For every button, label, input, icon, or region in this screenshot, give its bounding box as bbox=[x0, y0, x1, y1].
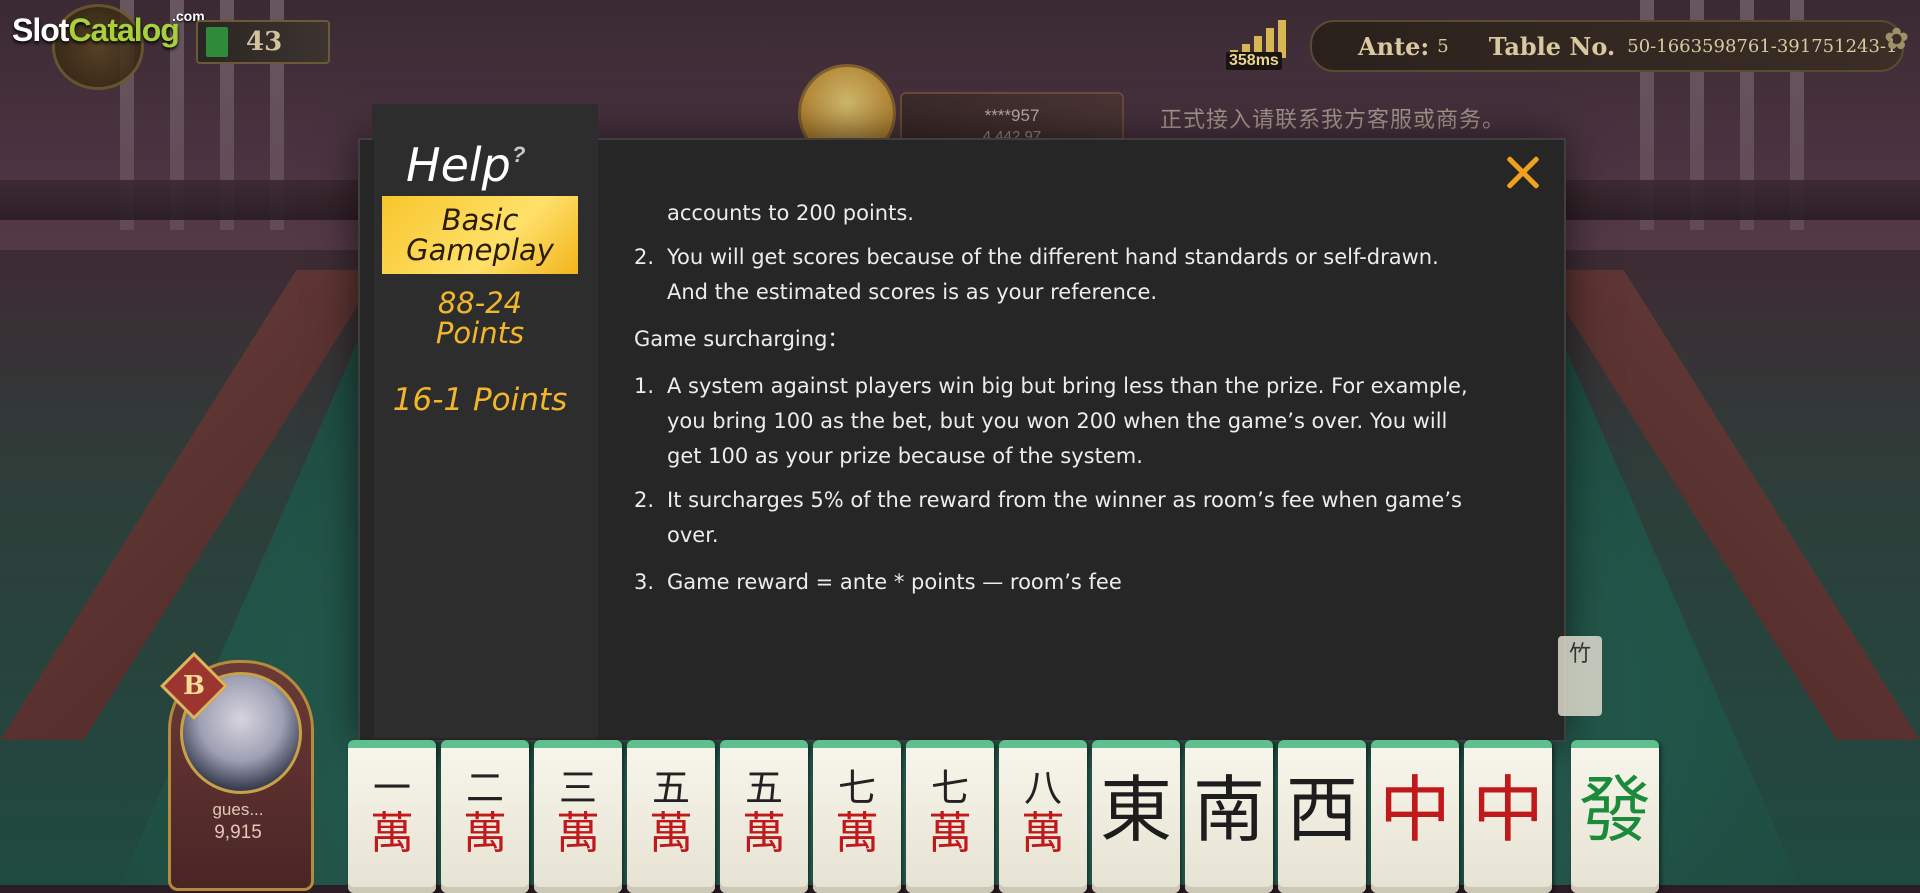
menu-basic-line1: Basic bbox=[441, 203, 519, 237]
brand-suffix: Catalog bbox=[68, 12, 179, 48]
tile-number-glyph: 五 bbox=[744, 766, 783, 810]
menu-basic-line2: Gameplay bbox=[406, 233, 554, 267]
mahjong-tile[interactable]: 八萬 bbox=[999, 740, 1087, 893]
help-content: accounts to 200 points. 2. You will get … bbox=[634, 196, 1474, 609]
table-info-bar: Ante: 5 Table No. 50-1663598761-39175124… bbox=[1310, 20, 1904, 72]
player-name: gues... bbox=[212, 800, 264, 819]
list-number: 1. bbox=[634, 374, 655, 398]
menu-88-24-points[interactable]: 88-24 Points bbox=[382, 288, 578, 348]
notice-text: 正式接入请联系我方客服或商务。 bbox=[1160, 107, 1506, 132]
help-sidebar-header bbox=[372, 104, 598, 140]
tile-glyph: 西 bbox=[1285, 768, 1358, 852]
help-list-item: 2. It surcharges 5% of the reward from t… bbox=[634, 483, 1474, 553]
brand-prefix: Slot bbox=[12, 12, 69, 48]
tile-number-glyph: 七 bbox=[837, 766, 876, 810]
list-text: Game reward = ante * points — room’s fee bbox=[667, 570, 1122, 594]
tile-glyph: 東 bbox=[1099, 768, 1172, 852]
menu-88-line1: 88-24 bbox=[437, 286, 523, 320]
tile-suit-glyph: 萬 bbox=[370, 808, 414, 859]
tile-suit-glyph: 萬 bbox=[835, 808, 879, 859]
ante-label: Ante: bbox=[1358, 31, 1430, 61]
tile-number-glyph: 一 bbox=[372, 766, 411, 810]
mahjong-tile[interactable]: 東 bbox=[1092, 740, 1180, 893]
tile-number-glyph: 七 bbox=[930, 766, 969, 810]
level-number: 43 bbox=[246, 27, 283, 57]
latency-readout: 358ms bbox=[1226, 52, 1282, 70]
help-list-item: 3. Game reward = ante * points — room’s … bbox=[634, 565, 1474, 600]
tile-number-glyph: 五 bbox=[651, 766, 690, 810]
tile-suit-glyph: 萬 bbox=[649, 808, 693, 859]
mahjong-tile[interactable]: 中 bbox=[1371, 740, 1459, 893]
tile-number-glyph: 三 bbox=[558, 766, 597, 810]
tile-number-glyph: 八 bbox=[1023, 766, 1062, 810]
mahjong-tile[interactable]: 五萬 bbox=[720, 740, 808, 893]
tile-glyph: 南 bbox=[1192, 768, 1265, 852]
tile-suit-glyph: 萬 bbox=[463, 808, 507, 859]
drawn-tile[interactable]: 發 bbox=[1571, 740, 1659, 893]
help-title: Help bbox=[406, 138, 511, 192]
mahjong-tile[interactable]: 南 bbox=[1185, 740, 1273, 893]
player-score: 9,915 bbox=[214, 822, 262, 843]
menu-88-line2: Points bbox=[435, 316, 525, 350]
mahjong-tile[interactable]: 西 bbox=[1278, 740, 1366, 893]
tile-glyph: 中 bbox=[1378, 768, 1451, 852]
ante-value: 5 bbox=[1437, 35, 1449, 57]
mahjong-tile[interactable]: 中 bbox=[1464, 740, 1552, 893]
opponent-name: ****957 bbox=[984, 106, 1040, 125]
mahjong-tile[interactable]: 七萬 bbox=[813, 740, 901, 893]
tile-suit-glyph: 萬 bbox=[928, 808, 972, 859]
dealer-badge-letter: B bbox=[183, 671, 205, 701]
tile-glyph: 中 bbox=[1471, 768, 1544, 852]
tile-suit-glyph: 萬 bbox=[1021, 808, 1065, 859]
settings-gear-icon[interactable]: ✿ bbox=[1884, 22, 1909, 57]
mahjong-tile[interactable]: 二萬 bbox=[441, 740, 529, 893]
list-text: It surcharges 5% of the reward from the … bbox=[667, 488, 1462, 547]
help-list-item: 2. You will get scores because of the di… bbox=[634, 240, 1474, 310]
tile-suit-glyph: 萬 bbox=[556, 808, 600, 859]
mahjong-tile[interactable]: 三萬 bbox=[534, 740, 622, 893]
close-button[interactable] bbox=[1498, 148, 1548, 198]
list-number: 3. bbox=[634, 570, 655, 594]
mahjong-tile[interactable]: 五萬 bbox=[627, 740, 715, 893]
table-number-label: Table No. bbox=[1488, 31, 1616, 61]
help-list-item: 1. A system against players win big but … bbox=[634, 369, 1474, 474]
list-number: 2. bbox=[634, 245, 655, 269]
tile-glyph: 發 bbox=[1578, 768, 1651, 852]
discarded-tile: 竹 bbox=[1558, 636, 1602, 716]
menu-basic-gameplay[interactable]: Basic Gameplay bbox=[382, 196, 578, 274]
table-number-value: 50-1663598761-391751243-1 bbox=[1627, 35, 1898, 57]
list-text: You will get scores because of the diffe… bbox=[667, 245, 1439, 304]
brand-logo: SlotCatalog bbox=[12, 12, 180, 49]
mahjong-tile[interactable]: 七萬 bbox=[906, 740, 994, 893]
help-continued-line: accounts to 200 points. bbox=[667, 201, 914, 225]
menu-16-1-points[interactable]: 16-1 Points bbox=[382, 382, 578, 418]
mahjong-tile[interactable]: 一萬 bbox=[348, 740, 436, 893]
level-display: 43 bbox=[196, 20, 330, 64]
list-number: 2. bbox=[634, 488, 655, 512]
discarded-tile-glyph: 竹 bbox=[1568, 642, 1591, 667]
section-heading: Game surcharging： bbox=[634, 327, 849, 351]
list-text: A system against players win big but bri… bbox=[667, 374, 1468, 468]
level-bar-icon bbox=[206, 27, 228, 57]
tile-number-glyph: 二 bbox=[465, 766, 504, 810]
question-mark-icon: ? bbox=[512, 142, 526, 167]
tile-suit-glyph: 萬 bbox=[742, 808, 786, 859]
